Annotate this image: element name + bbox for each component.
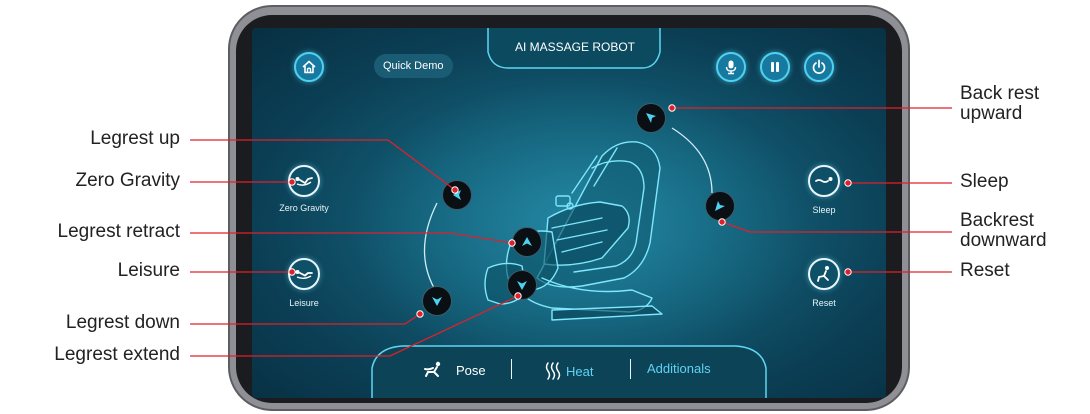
callout-dot [451, 186, 459, 194]
callout-dot [288, 178, 296, 186]
callout-backrest-upward-line2: upward [960, 103, 1023, 124]
callout-dot [514, 292, 522, 300]
callout-backrest-upward-line1: Back rest [960, 83, 1040, 104]
callout-zero-gravity: Zero Gravity [75, 170, 180, 191]
callout-legrest-retract: Legrest retract [57, 221, 181, 242]
callout-legrest-extend: Legrest extend [54, 344, 180, 365]
callout-legrest-up: Legrest up [90, 128, 180, 149]
callout-dot [288, 268, 296, 276]
callout-line-backrest-downward [721, 221, 952, 233]
callout-backrest-downward-line1: Backrest [960, 210, 1034, 231]
callout-line-legrest-down [190, 313, 421, 325]
callout-leisure: Leisure [117, 260, 180, 281]
callout-line-legrest-extend [190, 295, 519, 357]
callout-line-legrest-retract [190, 232, 513, 244]
callout-legrest-down: Legrest down [65, 312, 180, 333]
callout-backrest-downward-line2: downward [960, 230, 1047, 251]
callout-sleep: Sleep [960, 171, 1009, 192]
callout-backrest-downward: Backrest downward [960, 211, 1047, 251]
annotated-screenshot: AI MASSAGE ROBOT Quick Demo Zero Gravity… [0, 0, 1090, 414]
callout-dot [416, 310, 424, 318]
callout-dot [668, 104, 676, 112]
callout-dot [844, 179, 852, 187]
callout-backrest-upward: Back rest upward [960, 84, 1039, 124]
callout-reset: Reset [960, 260, 1010, 281]
callout-dot [718, 218, 726, 226]
callout-dot [844, 268, 852, 276]
callout-dot [508, 239, 516, 247]
